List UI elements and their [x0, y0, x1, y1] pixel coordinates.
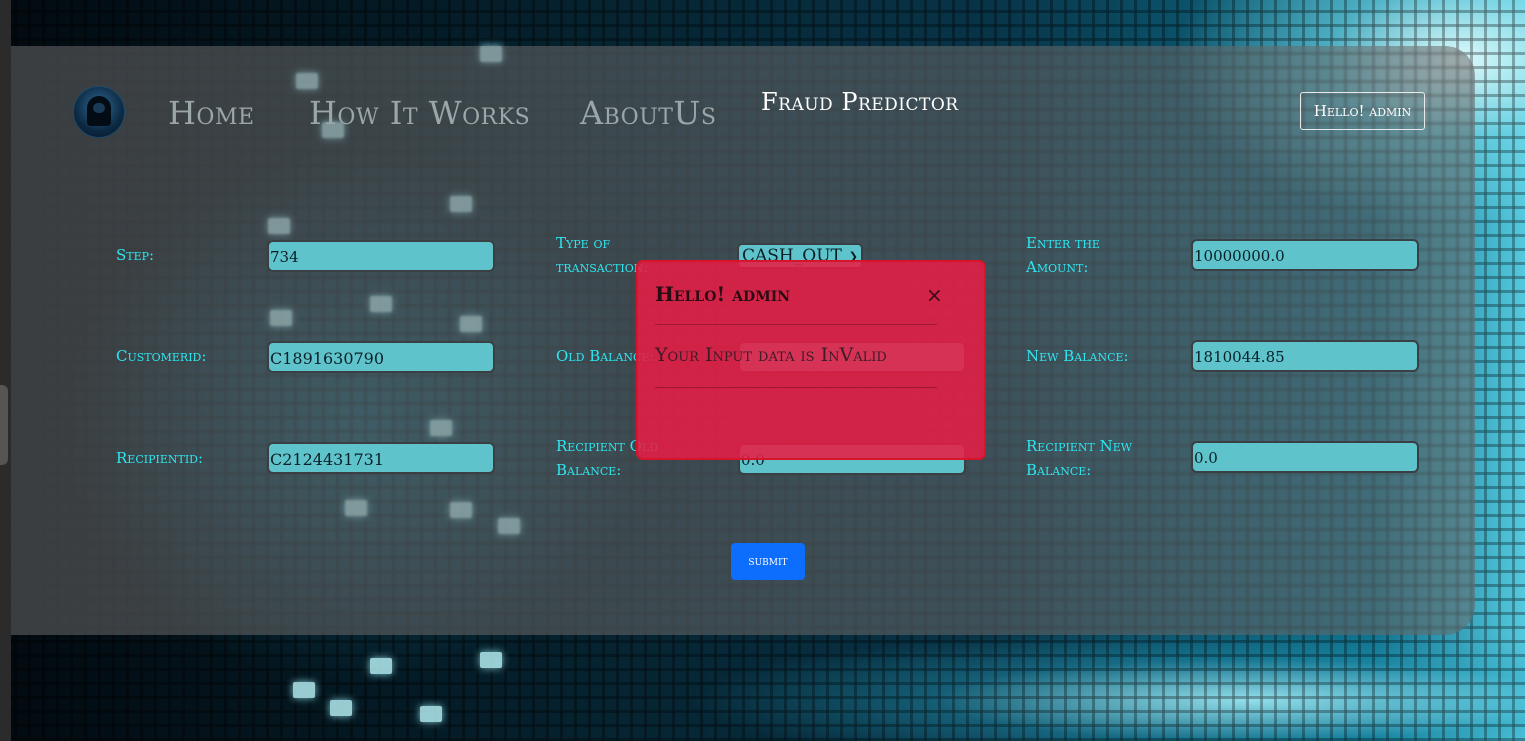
recipient-new-balance-input[interactable]	[1191, 441, 1419, 473]
error-modal: Hello! admin × Your Input data is InVali…	[636, 260, 986, 460]
submit-button[interactable]: submit	[731, 543, 805, 580]
modal-message: Your Input data is InValid	[655, 344, 887, 366]
modal-footer-divider	[655, 387, 937, 388]
user-greeting-button[interactable]: Hello! admin	[1300, 92, 1425, 130]
close-icon[interactable]: ×	[926, 285, 943, 305]
nav-fraud-predictor-link[interactable]: Fraud Predictor	[761, 88, 959, 116]
modal-header-divider	[655, 324, 937, 325]
new-balance-input[interactable]	[1191, 340, 1419, 372]
hacker-logo-icon[interactable]	[73, 86, 125, 138]
customer-id-input[interactable]	[267, 341, 495, 373]
nav-home-link[interactable]: Home	[168, 94, 255, 132]
recipient-id-input[interactable]	[267, 442, 495, 474]
step-input[interactable]	[267, 240, 495, 272]
recipient-id-label: Recipientid:	[116, 449, 204, 467]
left-window-edge	[0, 0, 11, 741]
new-balance-label: New Balance:	[1026, 347, 1129, 365]
amount-input[interactable]	[1191, 239, 1419, 271]
customer-id-label: Customerid:	[116, 347, 207, 365]
recipient-new-balance-label: Recipient New Balance:	[1026, 437, 1133, 479]
step-label: Step:	[116, 246, 155, 264]
nav-how-it-works-link[interactable]: How It Works	[309, 94, 530, 132]
nav-about-us-link[interactable]: AboutUs	[580, 94, 716, 132]
modal-title: Hello! admin	[655, 282, 791, 306]
amount-label: Enter the Amount:	[1026, 234, 1100, 276]
